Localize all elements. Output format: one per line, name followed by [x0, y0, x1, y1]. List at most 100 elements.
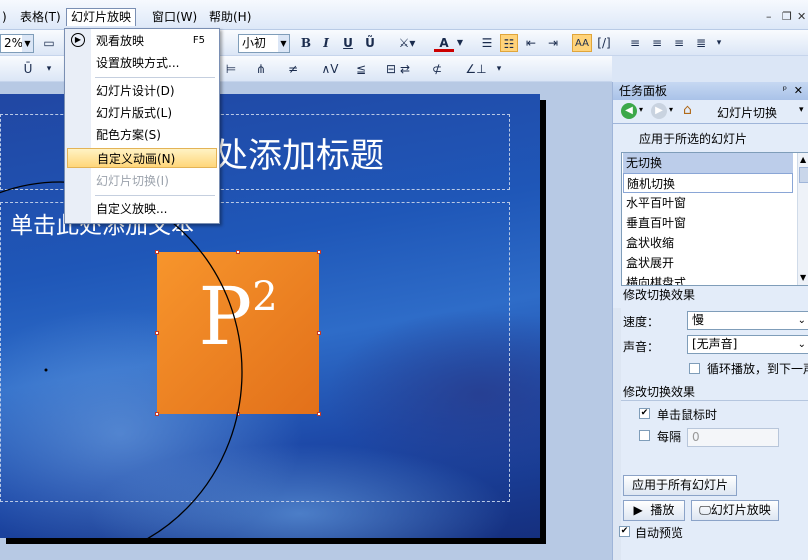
menu-item-slide-transition: 幻灯片切换(I): [96, 174, 169, 188]
list-item[interactable]: 横向棋盘式: [623, 273, 793, 285]
zoom-combo[interactable]: 2% ▼: [0, 34, 34, 53]
toolbar-more-icon[interactable]: ▾: [494, 60, 504, 78]
loop-checkbox[interactable]: [689, 363, 700, 374]
align-left-icon[interactable]: ≡: [626, 34, 644, 52]
sound-select[interactable]: [无声音] ⌄: [687, 335, 808, 354]
font-size-combo[interactable]: 小初 ▼: [238, 34, 290, 53]
toolbar2-button-9[interactable]: ⊄: [428, 60, 446, 78]
scroll-up-icon[interactable]: ▲: [800, 155, 806, 164]
symbol-icon[interactable]: ⚔▾: [394, 34, 420, 52]
strikethrough-button[interactable]: Ũ: [362, 34, 378, 52]
align-center-icon[interactable]: ≡: [648, 34, 666, 52]
toolbar-more-icon[interactable]: ▾: [714, 34, 724, 52]
chevron-down-icon[interactable]: ▾: [639, 105, 643, 114]
play-button[interactable]: ▶ 播放: [623, 500, 685, 521]
menu-item-table[interactable]: 表格(T): [16, 8, 65, 26]
back-icon[interactable]: ◀: [621, 103, 637, 119]
menu-bar: ) 表格(T) 幻灯片放映 窗口(W) 帮助(H) – ❐ ✕: [0, 0, 808, 30]
close-icon[interactable]: ✕: [797, 10, 806, 23]
toolbar2-button-4[interactable]: ≠: [284, 60, 302, 78]
task-pane-title: 任务面板: [619, 84, 668, 98]
speed-select[interactable]: 慢 ⌄: [687, 311, 808, 330]
italic-button[interactable]: I: [318, 34, 334, 52]
task-pane: 任务面板 ᵖ ✕ ◀ ▾ ▶ ▾ ⌂ 幻灯片切换 ▾ 应用于所选的幻灯片 无切换…: [612, 82, 808, 560]
toolbar2-button-2[interactable]: ⊨: [222, 60, 240, 78]
toolbar2-button-5[interactable]: ∧V: [318, 60, 342, 78]
chevron-down-icon[interactable]: ▾: [799, 105, 804, 115]
list-item[interactable]: 无切换: [623, 153, 793, 173]
toolbar2-button-1[interactable]: Ū: [20, 60, 36, 78]
toolbar-more-icon[interactable]: ▾: [44, 60, 54, 78]
menu-separator: [95, 77, 215, 78]
toolbar2-button-10[interactable]: ∠⊥: [464, 60, 488, 78]
list-item[interactable]: 随机切换: [623, 173, 793, 193]
toolbar2-button-6[interactable]: ≦: [350, 60, 372, 78]
menu-item-label: 观看放映: [96, 34, 145, 48]
chevron-down-icon[interactable]: ▼: [22, 35, 33, 52]
underline-button[interactable]: U: [340, 34, 356, 52]
sound-value: [无声音]: [692, 337, 738, 351]
pane-scrollbar[interactable]: [613, 308, 621, 560]
layout-icon[interactable]: ▭: [40, 34, 58, 52]
every-checkbox[interactable]: [639, 430, 650, 441]
list-scrollbar[interactable]: ▲ ▼: [797, 153, 808, 285]
on-click-label: 单击鼠标时: [657, 408, 718, 422]
align-justify-icon[interactable]: ≣: [692, 34, 710, 52]
zoom-value: 2%: [4, 36, 24, 50]
advance-heading: 修改切换效果: [623, 385, 696, 399]
numbered-list-icon[interactable]: ☰: [478, 34, 496, 52]
slideshow-button[interactable]: 🖵幻灯片放映: [691, 500, 779, 521]
play-label: 播放: [650, 503, 675, 517]
speed-value: 慢: [692, 313, 705, 327]
list-item[interactable]: 盒状收缩: [623, 233, 793, 253]
font-color-button[interactable]: A: [434, 34, 454, 52]
menu-item-slideshow[interactable]: 幻灯片放映: [66, 8, 137, 26]
home-icon[interactable]: ⌂: [683, 102, 692, 118]
list-item[interactable]: 垂直百叶窗: [623, 213, 793, 233]
play-icon: ▶: [633, 503, 643, 517]
list-item[interactable]: 盒状展开: [623, 253, 793, 273]
align-right-icon[interactable]: ≡: [670, 34, 688, 52]
decrease-indent-icon[interactable]: ⇤: [522, 34, 540, 52]
text-highlight-icon[interactable]: AA: [572, 34, 592, 52]
menu-item-custom-show[interactable]: 自定义放映...: [67, 199, 217, 219]
toolbar2-button-8[interactable]: ⇄: [396, 60, 414, 78]
increase-indent-icon[interactable]: ⇥: [544, 34, 562, 52]
chevron-down-icon: ⌄: [797, 339, 806, 350]
motion-path-center: [44, 368, 48, 372]
bullet-list-icon[interactable]: ☷: [500, 34, 518, 52]
menu-item-window[interactable]: 窗口(W): [148, 8, 201, 26]
text-frame-icon[interactable]: [/]: [596, 34, 612, 52]
on-click-checkbox[interactable]: ✔: [639, 408, 650, 419]
auto-preview-checkbox[interactable]: ✔: [619, 526, 630, 537]
chevron-down-icon[interactable]: ▼: [278, 35, 289, 52]
every-label: 每隔: [657, 430, 682, 444]
bold-button[interactable]: B: [298, 34, 314, 52]
menu-item-view-show[interactable]: 观看放映 F5: [67, 31, 217, 51]
menu-item-slide-design[interactable]: 幻灯片设计(D): [67, 81, 217, 101]
toolbar2-button-3[interactable]: ⋔: [252, 60, 270, 78]
pin-icon[interactable]: ᵖ: [783, 82, 787, 100]
restore-icon[interactable]: ❐: [782, 10, 792, 23]
slideshow-menu: ▶ 观看放映 F5 设置放映方式... 幻灯片设计(D) 幻灯片版式(L) 配色…: [64, 28, 220, 224]
transition-list[interactable]: 无切换 随机切换 水平百叶窗 垂直百叶窗 盒状收缩 盒状展开 横向棋盘式 ▲ ▼: [621, 152, 808, 286]
scroll-thumb[interactable]: [799, 167, 808, 183]
every-input[interactable]: 0: [687, 428, 779, 447]
forward-icon[interactable]: ▶: [651, 103, 667, 119]
modify-effect-heading: 修改切换效果: [623, 288, 696, 302]
apply-all-button[interactable]: 应用于所有幻灯片: [623, 475, 737, 496]
menu-item-prev[interactable]: ): [0, 8, 11, 26]
minimize-icon[interactable]: –: [766, 10, 772, 23]
chevron-down-icon[interactable]: ▾: [669, 105, 673, 114]
menu-item-help[interactable]: 帮助(H): [205, 8, 255, 26]
list-item[interactable]: 水平百叶窗: [623, 193, 793, 213]
scroll-down-icon[interactable]: ▼: [800, 273, 806, 282]
menu-item-shortcut: F5: [192, 35, 205, 46]
close-icon[interactable]: ✕: [794, 82, 803, 100]
menu-item-custom-animation[interactable]: 自定义动画(N): [67, 148, 217, 168]
menu-item-color-scheme[interactable]: 配色方案(S): [67, 125, 217, 145]
chevron-down-icon[interactable]: ▼: [454, 34, 466, 52]
menu-item-slide-layout[interactable]: 幻灯片版式(L): [67, 103, 217, 123]
menu-item-setup-show[interactable]: 设置放映方式...: [67, 53, 217, 73]
motion-path-circle: [0, 181, 243, 538]
